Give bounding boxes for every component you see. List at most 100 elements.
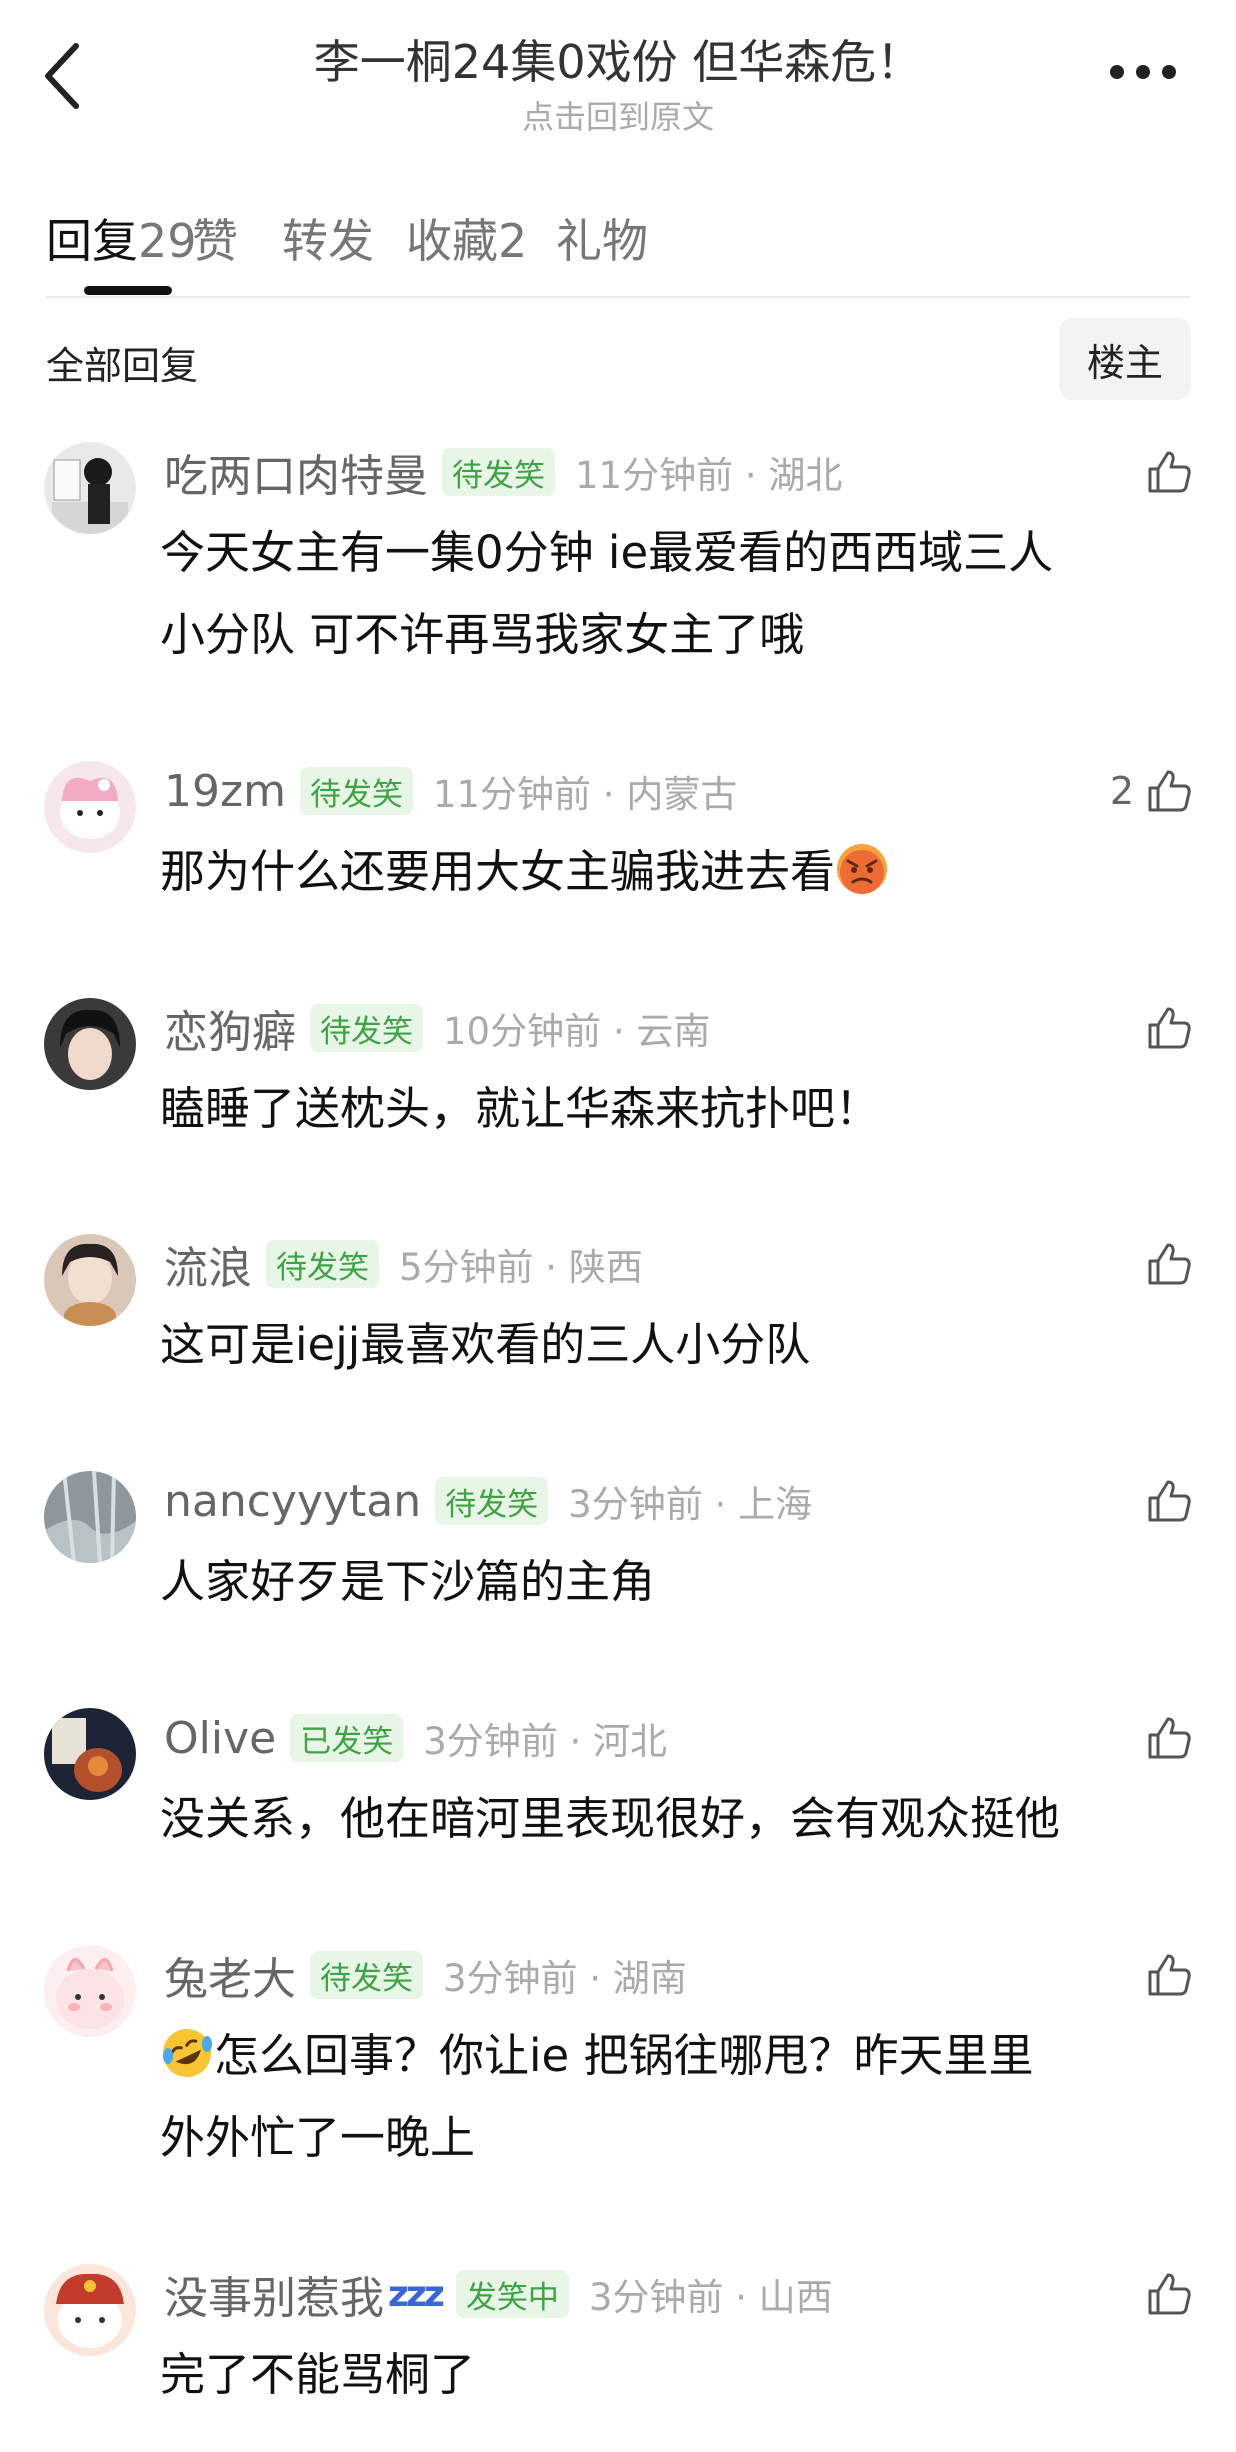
thumbs-up-icon <box>1148 2273 1191 2315</box>
comment-line: 瞌睡了送枕头，就让华森来抗扑吧！ <box>160 1082 881 1135</box>
comment-text: 这可是iejj最喜欢看的三人小分队 <box>160 1304 1200 1386</box>
comment-line-text: 那为什么还要用大女主骗我进去看 <box>160 845 836 898</box>
comment-line: 这可是iejj最喜欢看的三人小分队 <box>160 1318 811 1371</box>
username[interactable]: 流浪 <box>164 1232 252 1296</box>
status-badge: 待发笑 <box>310 1004 423 1052</box>
thumbs-up-icon <box>1148 1954 1191 1996</box>
comment-meta: 没事别惹我 zzz 发笑中 3分钟前 · 山西 <box>164 2264 833 2324</box>
like-button[interactable]: 2 <box>1110 761 1194 821</box>
status-badge: 已发笑 <box>290 1714 404 1762</box>
status-badge: 待发笑 <box>435 1477 549 1525</box>
avatar[interactable] <box>44 1945 136 2037</box>
tab-bar: 回复29 赞 转发 收藏2 礼物 <box>46 205 1190 295</box>
status-badge: 待发笑 <box>310 1951 423 1999</box>
comment-meta: 兔老大 待发笑 3分钟前 · 湖南 <box>164 1945 687 2005</box>
username[interactable]: Olive <box>164 1713 276 1764</box>
tab-count: 2 <box>498 214 528 268</box>
timestamp-location: 3分钟前 · 上海 <box>568 1483 812 1526</box>
all-replies-heading: 全部回复 <box>46 344 199 388</box>
comment-line-text: 怎么回事？你让ie 把锅往哪甩？昨天里里 <box>214 2029 1034 2082</box>
timestamp-location: 10分钟前 · 云南 <box>443 1010 711 1053</box>
comment-meta: nancyyytan 待发笑 3分钟前 · 上海 <box>164 1471 812 1531</box>
thumbs-up-icon <box>1148 770 1191 812</box>
username[interactable]: 吃两口肉特曼 <box>164 440 428 504</box>
timestamp-location: 11分钟前 · 内蒙古 <box>432 773 738 816</box>
like-button[interactable] <box>1144 1471 1194 1531</box>
active-tab-indicator <box>84 286 172 295</box>
comment-line: 没关系，他在暗河里表现很好，会有观众挺他 <box>160 1792 1061 1845</box>
comment-text: 那为什么还要用大女主骗我进去看 <box>160 831 1200 913</box>
timestamp-location: 5分钟前 · 陕西 <box>399 1246 643 1289</box>
like-button[interactable] <box>1144 1234 1194 1294</box>
owner-filter-button[interactable]: 楼主 <box>1059 318 1191 400</box>
more-options-icon[interactable] <box>1110 62 1176 82</box>
like-button[interactable] <box>1144 2264 1194 2324</box>
back-to-post-link[interactable]: 点击回到原文 <box>0 92 1236 138</box>
status-badge: 发笑中 <box>455 2270 569 2318</box>
timestamp-location: 3分钟前 · 湖南 <box>443 1957 687 2000</box>
thumbs-up-icon <box>1148 1717 1191 1759</box>
comment-meta: 吃两口肉特曼 待发笑 11分钟前 · 湖北 <box>164 442 842 502</box>
sleeping-zzz-icon: zzz <box>388 2273 445 2315</box>
thumbs-up-icon <box>1148 1243 1191 1285</box>
timestamp-location: 3分钟前 · 河北 <box>423 1720 668 1763</box>
avatar[interactable] <box>44 998 136 1090</box>
comment-meta: 恋狗癖 待发笑 10分钟前 · 云南 <box>164 998 710 1058</box>
tab-label: 转发 <box>282 214 374 268</box>
comment-line: 怎么回事？你让ie 把锅往哪甩？昨天里里 <box>160 2015 1200 2097</box>
tab-favorites[interactable]: 收藏2 <box>406 205 527 271</box>
comment-text: 没关系，他在暗河里表现很好，会有观众挺他 <box>160 1778 1200 1860</box>
tab-label: 回复 <box>46 214 138 268</box>
like-button[interactable] <box>1144 1708 1194 1768</box>
username[interactable]: 恋狗癖 <box>164 996 296 1060</box>
thumbs-up-icon <box>1148 1007 1191 1049</box>
tab-replies[interactable]: 回复29 <box>46 205 197 271</box>
status-badge: 待发笑 <box>299 767 413 815</box>
tab-gifts[interactable]: 礼物 <box>556 205 648 271</box>
comment-text: 瞌睡了送枕头，就让华森来抗扑吧！ <box>160 1068 1200 1150</box>
page-title[interactable]: 李一桐24集0戏份 但华森危！ <box>0 26 1236 92</box>
avatar[interactable] <box>44 2264 136 2356</box>
tab-reposts[interactable]: 转发 <box>282 205 374 271</box>
comment-meta: 流浪 待发笑 5分钟前 · 陕西 <box>164 1234 643 1294</box>
avatar[interactable] <box>44 761 136 853</box>
comment-text: 怎么回事？你让ie 把锅往哪甩？昨天里里 外外忙了一晚上 <box>160 2015 1200 2179</box>
timestamp-location: 3分钟前 · 山西 <box>588 2276 833 2319</box>
comment-line: 小分队 可不许再骂我家女主了哦 <box>160 608 805 661</box>
top-bar: 李一桐24集0戏份 但华森危！ 点击回到原文 <box>0 0 1236 150</box>
angry-face-emoji <box>837 844 888 894</box>
username[interactable]: nancyyytan <box>164 1476 421 1527</box>
comment-meta: 19zm 待发笑 11分钟前 · 内蒙古 <box>164 761 737 821</box>
avatar[interactable] <box>44 442 136 534</box>
like-button[interactable] <box>1144 1945 1194 2005</box>
avatar[interactable] <box>44 1471 136 1563</box>
status-badge: 待发笑 <box>442 448 555 496</box>
tab-label: 收藏 <box>406 214 498 268</box>
tab-label: 礼物 <box>556 214 648 268</box>
avatar[interactable] <box>44 1708 136 1800</box>
comment-text: 今天女主有一集0分钟 ie最爱看的西西域三人 小分队 可不许再骂我家女主了哦 <box>160 512 1200 676</box>
thumbs-up-icon <box>1148 1480 1191 1522</box>
like-button[interactable] <box>1144 442 1194 502</box>
username[interactable]: 兔老大 <box>164 1943 296 2007</box>
tab-likes[interactable]: 赞 <box>192 205 238 271</box>
like-count: 2 <box>1109 769 1134 813</box>
timestamp-location: 11分钟前 · 湖北 <box>575 454 843 497</box>
comment-text: 人家好歹是下沙篇的主角 <box>160 1541 1200 1623</box>
status-badge: 待发笑 <box>266 1240 379 1288</box>
tab-count: 29 <box>138 214 197 268</box>
comment-text: 完了不能骂桐了 <box>160 2334 1200 2416</box>
comment-line: 那为什么还要用大女主骗我进去看 <box>160 831 1200 913</box>
tab-label: 赞 <box>192 214 238 268</box>
comment-meta: Olive 已发笑 3分钟前 · 河北 <box>164 1708 667 1768</box>
avatar[interactable] <box>44 1234 136 1326</box>
comment-line: 今天女主有一集0分钟 ie最爱看的西西域三人 <box>160 526 1054 579</box>
like-button[interactable] <box>1144 998 1194 1058</box>
thumbs-up-icon <box>1148 451 1191 493</box>
comment-line: 人家好歹是下沙篇的主角 <box>160 1555 656 1608</box>
rofl-emoji <box>163 2029 212 2077</box>
username[interactable]: 没事别惹我 <box>164 2262 384 2326</box>
username[interactable]: 19zm <box>164 766 286 817</box>
comment-line: 外外忙了一晚上 <box>160 2111 476 2164</box>
comment-line: 完了不能骂桐了 <box>160 2348 476 2401</box>
